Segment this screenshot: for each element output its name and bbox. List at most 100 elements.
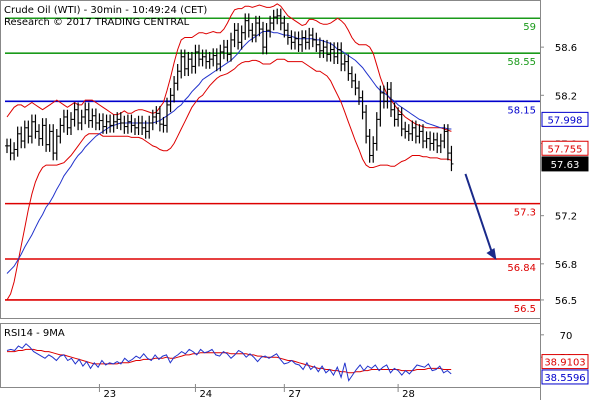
- price-candle: [108, 114, 113, 133]
- price-candle: [421, 124, 425, 149]
- price-candle: [424, 131, 429, 149]
- price-box-label-2: 57.63: [551, 160, 580, 171]
- price-candle: [342, 54, 347, 72]
- projection-arrow-line: [464, 173, 495, 258]
- price-candle: [314, 32, 319, 52]
- rsi-title: RSI14 - 9MA: [4, 328, 65, 339]
- price-candle: [12, 142, 17, 161]
- price-candle: [189, 51, 194, 74]
- level-label-0: 59: [523, 22, 536, 33]
- price-candle: [15, 126, 20, 157]
- price-candle: [29, 114, 34, 144]
- price-candle: [278, 8, 283, 31]
- price-candle: [232, 23, 237, 48]
- chart-header-title: Crude Oil (WTI) - 30min - 10:49:24 (CET): [4, 5, 207, 16]
- price-candle: [296, 31, 301, 52]
- y-tick-label-3: 57.2: [555, 212, 577, 223]
- price-candle: [428, 131, 433, 151]
- price-candle: [168, 88, 173, 113]
- price-candle: [271, 9, 276, 31]
- level-label-5: 56.5: [514, 304, 536, 315]
- rsi-box-label-0: 38.9103: [544, 358, 585, 369]
- level-label-1: 58.55: [507, 57, 536, 68]
- price-candle: [90, 108, 95, 128]
- price-candle: [349, 66, 354, 89]
- price-candle: [268, 15, 273, 38]
- price-candle: [125, 114, 130, 134]
- x-tick-label-1: 24: [199, 389, 212, 400]
- price-candle: [54, 128, 59, 161]
- price-candle: [172, 76, 177, 103]
- y-tick-label-1: 58.2: [555, 91, 577, 102]
- x-tick-label-0: 23: [103, 389, 116, 400]
- price-candle: [403, 121, 408, 139]
- price-candle: [111, 114, 116, 133]
- price-candle: [147, 115, 152, 139]
- price-box-label-0: 57.998: [548, 115, 583, 126]
- rsi-panel-frame: [0, 323, 541, 388]
- price-candle: [239, 25, 244, 50]
- main-panel-frame: [0, 0, 541, 319]
- price-candle: [197, 44, 201, 67]
- price-candle: [65, 109, 70, 136]
- price-candle: [261, 21, 265, 55]
- price-candle: [417, 124, 422, 144]
- price-candle: [246, 13, 251, 38]
- price-candle: [385, 82, 390, 109]
- price-candle: [293, 31, 297, 50]
- price-candle: [321, 39, 326, 58]
- price-candle: [310, 27, 315, 48]
- price-candle: [86, 102, 91, 128]
- price-candle: [229, 32, 233, 62]
- price-candle: [431, 132, 436, 151]
- price-candle: [303, 30, 308, 50]
- level-label-2: 58.15: [507, 105, 536, 116]
- price-candle: [118, 112, 123, 131]
- price-candle: [406, 124, 411, 142]
- price-candle: [221, 39, 226, 60]
- price-candle: [360, 90, 365, 120]
- price-candle: [44, 118, 49, 152]
- price-candle: [275, 8, 280, 25]
- rsi-tick-label-0: 70: [560, 331, 573, 342]
- price-candle: [97, 113, 102, 131]
- price-candle: [122, 115, 127, 134]
- price-candle: [253, 15, 258, 43]
- price-candle: [40, 118, 45, 146]
- price-candle: [186, 51, 191, 77]
- level-label-4: 56.84: [507, 263, 536, 274]
- price-box-label-1: 57.755: [548, 144, 583, 155]
- price-candle: [225, 39, 230, 62]
- chart-header-copyright: Research © 2017 TRADING CENTRAL: [4, 17, 190, 28]
- price-candle: [8, 138, 13, 161]
- price-candle: [175, 63, 180, 91]
- x-tick-label-3: 28: [402, 389, 415, 400]
- price-candle: [264, 23, 269, 55]
- price-candle: [374, 112, 379, 151]
- price-candle: [193, 44, 198, 74]
- price-candle: [339, 42, 344, 72]
- price-candle: [410, 120, 415, 142]
- price-candle: [396, 107, 401, 127]
- price-candle: [33, 114, 38, 139]
- price-candle: [200, 49, 205, 67]
- price-candle: [37, 124, 41, 146]
- rsi-box-label-1: 38.5596: [544, 373, 585, 384]
- price-candle: [129, 114, 134, 133]
- level-label-3: 57.3: [514, 208, 536, 219]
- price-candle: [236, 23, 241, 50]
- price-candle: [5, 138, 9, 154]
- price-candle: [449, 145, 454, 172]
- price-candle: [243, 13, 248, 40]
- price-candle: [214, 48, 219, 72]
- price-candle: [79, 109, 84, 131]
- lower-bollinger-band: [6, 58, 452, 301]
- price-candle: [364, 104, 369, 144]
- price-candle: [435, 132, 440, 154]
- price-candle: [72, 102, 77, 127]
- y-tick-label-4: 56.8: [555, 260, 577, 271]
- price-candle: [51, 124, 56, 161]
- price-candle: [133, 118, 137, 136]
- y-tick-label-5: 56.5: [555, 296, 577, 307]
- price-candle: [76, 102, 81, 131]
